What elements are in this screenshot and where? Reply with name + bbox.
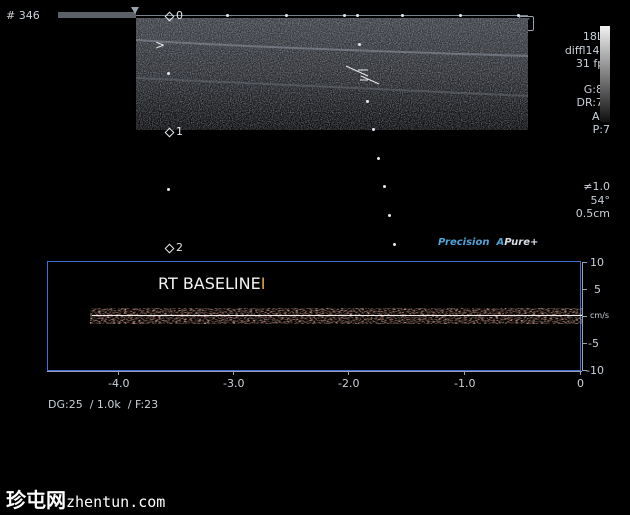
time-tick xyxy=(348,371,349,375)
top-scale-dot xyxy=(459,14,462,17)
watermark-cn: 珍屯网 xyxy=(6,488,66,512)
depth-dot xyxy=(167,72,170,75)
watermark: 珍屯网zhentun.com xyxy=(6,484,165,513)
time-tick-label: -3.0 xyxy=(223,377,245,390)
text-cursor: I xyxy=(260,274,266,293)
time-axis xyxy=(47,371,582,372)
doppler-cursor-dot[interactable] xyxy=(372,128,375,131)
top-scale-dot xyxy=(401,14,404,17)
top-scale-dot xyxy=(517,14,520,17)
focus-marker-icon: > xyxy=(155,38,166,52)
image-top-line xyxy=(136,15,528,16)
time-tick xyxy=(580,371,581,375)
doppler-cursor-dot[interactable] xyxy=(366,100,369,103)
time-tick xyxy=(464,371,465,375)
depth-label-1: 1 xyxy=(176,125,183,138)
depth-label-2: 2 xyxy=(176,241,183,254)
dg-label: DG:25 xyxy=(48,398,83,411)
watermark-domain: zhentun.com xyxy=(66,493,166,511)
time-tick-label: -4.0 xyxy=(108,377,130,390)
apure-word-label: Pure xyxy=(504,237,530,248)
time-tick-label: -1.0 xyxy=(454,377,476,390)
doppler-cursor-dot[interactable] xyxy=(383,185,386,188)
p-label: P:7 xyxy=(592,123,610,136)
b-mode-image xyxy=(136,18,528,130)
doppler-footer-params: DG:25 / 1.0k / F:23 xyxy=(48,398,158,411)
time-tick xyxy=(233,371,234,375)
vel-tick-label: 10 xyxy=(590,256,604,269)
vel-tick xyxy=(583,289,587,290)
sample-volume-icon: ≠ xyxy=(583,180,593,193)
doppler-spectrum-trace xyxy=(90,308,582,324)
baseline-line[interactable] xyxy=(92,315,582,316)
top-scale-dot xyxy=(343,14,346,17)
doppler-cursor-dot[interactable] xyxy=(358,43,361,46)
top-scale-dot xyxy=(285,14,288,17)
vel-tick-label: 5 xyxy=(594,283,601,296)
doppler-cursor-dot[interactable] xyxy=(388,214,391,217)
depth-cm-label: 0.5cm xyxy=(575,207,610,220)
grayscale-bar xyxy=(600,26,610,122)
time-tick-label: -2.0 xyxy=(338,377,360,390)
vel-tick-label: -5 xyxy=(588,337,599,350)
doppler-parameters: ≠1.0 54° 0.5cm xyxy=(576,180,610,221)
angle-label: 54° xyxy=(590,193,611,207)
top-scale-dot xyxy=(226,14,229,17)
frame-number: # 346 xyxy=(6,9,40,22)
apure-plus-label: + xyxy=(530,237,539,248)
precision-label: Precision xyxy=(438,237,490,248)
doppler-cursor-dot[interactable] xyxy=(356,14,359,17)
depth-label-0: 0 xyxy=(176,9,183,22)
vel-tick xyxy=(583,262,587,263)
depth-dot xyxy=(167,188,170,191)
rt-baseline-text: RT BASELINE xyxy=(158,274,261,293)
vel-tick xyxy=(583,343,587,344)
vel-tick xyxy=(583,316,587,317)
sample-volume-label: 1.0 xyxy=(592,180,611,193)
cine-progress-bar[interactable] xyxy=(58,12,136,18)
filter-label: / F:23 xyxy=(127,398,159,411)
velocity-units-label: cm/s xyxy=(590,311,610,320)
cine-progress-knob[interactable] xyxy=(131,7,139,14)
depth-marker-2-icon xyxy=(164,243,175,254)
rt-baseline-label: RT BASELINEI xyxy=(158,274,265,293)
time-tick-label: 0 xyxy=(577,377,584,390)
doppler-cursor-dot[interactable] xyxy=(377,157,380,160)
doppler-cursor-dot[interactable] xyxy=(393,243,396,246)
prf-label: / 1.0k xyxy=(89,398,121,411)
time-tick xyxy=(118,371,119,375)
vel-tick-label: -10 xyxy=(586,364,604,377)
precision-apure-badge: Precision APure+ xyxy=(438,237,538,248)
